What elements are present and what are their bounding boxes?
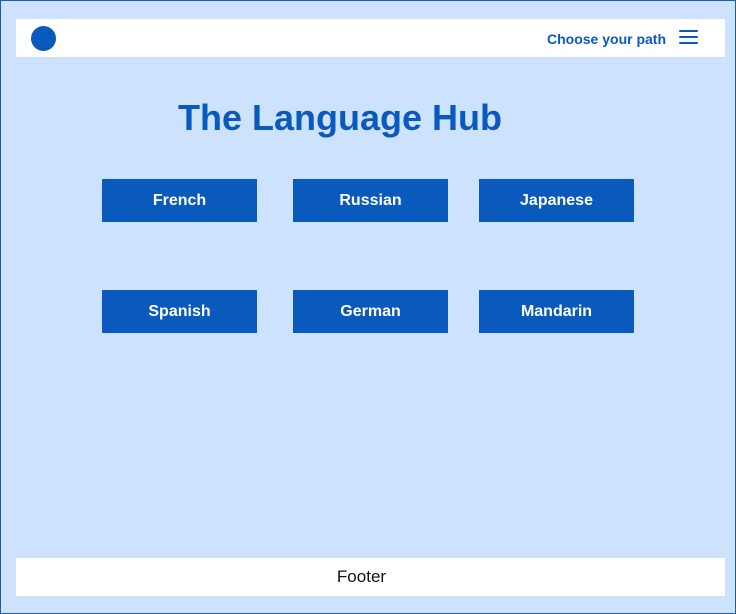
german-button[interactable]: German [293, 290, 448, 333]
hamburger-menu-icon[interactable] [679, 29, 699, 45]
header-bar: Choose your path [16, 19, 725, 57]
page: Choose your path The Language Hub French… [0, 0, 736, 614]
russian-button[interactable]: Russian [293, 179, 448, 222]
japanese-button[interactable]: Japanese [479, 179, 634, 222]
menu-line [679, 42, 698, 44]
menu-line [679, 30, 698, 32]
french-button[interactable]: French [102, 179, 257, 222]
spanish-button[interactable]: Spanish [102, 290, 257, 333]
mandarin-button[interactable]: Mandarin [479, 290, 634, 333]
circle-logo-icon[interactable] [31, 26, 56, 51]
choose-your-path-link[interactable]: Choose your path [547, 30, 666, 48]
menu-line [679, 36, 698, 38]
page-title: The Language Hub [178, 97, 502, 138]
footer: Footer [16, 558, 725, 596]
